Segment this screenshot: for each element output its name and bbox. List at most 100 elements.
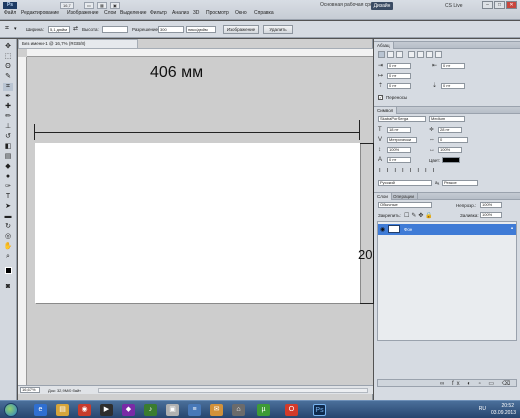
crop-tool-icon[interactable]: ⌗ <box>5 25 9 33</box>
maximize-icon[interactable]: □ <box>494 1 505 9</box>
language-indicator[interactable]: RU <box>479 406 486 412</box>
horizontal-scale-field[interactable]: 100% <box>438 147 462 153</box>
blend-mode-select[interactable]: Обычные <box>378 202 432 208</box>
move-tool-icon[interactable]: ✥ <box>3 43 13 51</box>
arrange-icon[interactable]: ▦ <box>97 2 107 9</box>
cs-live-button[interactable]: CS Live <box>445 3 463 9</box>
zoom-dropdown[interactable]: 16,7 <box>60 2 74 9</box>
swap-icon[interactable]: ⇄ <box>73 25 78 32</box>
menu-filter[interactable]: Фильтр <box>150 10 167 16</box>
font-size-field[interactable]: 18 пт <box>387 127 411 133</box>
marquee-tool-icon[interactable]: ⬚ <box>3 53 13 61</box>
menu-view[interactable]: Просмотр <box>206 10 229 16</box>
menu-edit[interactable]: Редактирование <box>21 10 59 16</box>
menu-select[interactable]: Выделение <box>120 10 147 16</box>
horizontal-scrollbar[interactable] <box>98 388 368 393</box>
tab-paragraph[interactable]: Абзац <box>374 42 394 49</box>
justify-left-button[interactable] <box>408 51 415 58</box>
menu-window[interactable]: Окно <box>235 10 247 16</box>
document-info[interactable]: Док: 32,9M/0 байт <box>48 388 81 393</box>
type-style-buttons[interactable]: TTTTTTTT <box>378 168 439 174</box>
tab-character[interactable]: Символ <box>374 107 398 114</box>
front-image-button[interactable]: Изображение <box>223 25 259 34</box>
indent-right-field[interactable]: 0 пт <box>441 63 465 69</box>
app-icon-6[interactable]: ⌂ <box>232 404 245 416</box>
history-brush-icon[interactable]: ↺ <box>3 133 13 141</box>
resolution-unit-select[interactable]: пикс/дюйм <box>186 26 216 33</box>
healing-brush-icon[interactable]: ✚ <box>3 103 13 111</box>
align-left-button[interactable] <box>378 51 385 58</box>
app-icon-5[interactable]: ✉ <box>210 404 223 416</box>
hyphenation-checkbox[interactable]: ✓ <box>378 95 383 100</box>
width-field[interactable]: 5,1 дюйм <box>48 26 70 33</box>
clone-stamp-icon[interactable]: ⊥ <box>3 123 13 131</box>
clock-date[interactable]: 03.09.2013 <box>491 410 516 416</box>
media-icon[interactable]: ▶ <box>100 404 113 416</box>
space-before-field[interactable]: 0 пт <box>387 83 411 89</box>
foreground-color-swatch[interactable] <box>5 267 12 274</box>
eyedropper-tool-icon[interactable]: ✒ <box>3 93 13 101</box>
justify-all-button[interactable] <box>435 51 442 58</box>
quick-mask-icon[interactable]: ◙ <box>3 283 13 291</box>
menu-analysis[interactable]: Анализ <box>172 10 189 16</box>
utorrent-icon[interactable]: µ <box>257 404 270 416</box>
tab-actions[interactable]: Операции <box>390 193 419 200</box>
layer-row[interactable]: ◉ Фон ▪ <box>378 224 516 235</box>
menu-layers[interactable]: Слои <box>104 10 116 16</box>
clear-button[interactable]: Удалить <box>263 25 293 34</box>
design-workspace-button[interactable]: Дизайн <box>371 2 393 10</box>
vertical-scale-field[interactable]: 100% <box>387 147 411 153</box>
quick-select-tool-icon[interactable]: ✎ <box>3 73 13 81</box>
start-button[interactable] <box>4 403 18 417</box>
fill-field[interactable]: 100% <box>480 212 502 218</box>
kerning-select[interactable]: Метрически <box>387 137 417 143</box>
menu-3d[interactable]: 3D <box>193 10 199 16</box>
ie-icon[interactable]: e <box>34 404 47 416</box>
baseline-shift-field[interactable]: 0 пт <box>387 157 411 163</box>
app-icon-2[interactable]: ♪ <box>144 404 157 416</box>
hand-tool-toggle[interactable]: ▭ <box>84 2 94 9</box>
layer-name[interactable]: Фон <box>404 227 412 232</box>
3d-rotate-icon[interactable]: ↻ <box>3 223 13 231</box>
opacity-field[interactable]: 100% <box>480 202 502 208</box>
chrome-icon[interactable]: ◉ <box>78 404 91 416</box>
justify-center-button[interactable] <box>417 51 424 58</box>
justify-right-button[interactable] <box>426 51 433 58</box>
eraser-tool-icon[interactable]: ◧ <box>3 143 13 151</box>
first-line-indent-field[interactable]: 0 пт <box>387 73 411 79</box>
close-icon[interactable]: ✕ <box>506 1 517 9</box>
opera-icon[interactable]: O <box>285 404 298 416</box>
blur-tool-icon[interactable]: ◆ <box>3 163 13 171</box>
lasso-tool-icon[interactable]: ʘ <box>3 63 13 71</box>
space-after-field[interactable]: 0 пт <box>441 83 465 89</box>
document-tab[interactable]: Без имени-1 @ 16,7% (RGB/8) <box>18 39 138 48</box>
explorer-icon[interactable]: ▤ <box>56 404 69 416</box>
app-icon-1[interactable]: ◆ <box>122 404 135 416</box>
3d-orbit-icon[interactable]: ◎ <box>3 233 13 241</box>
brush-tool-icon[interactable]: ✏ <box>3 113 13 121</box>
photoshop-taskbar-icon[interactable]: Ps <box>313 404 326 416</box>
path-select-icon[interactable]: ➤ <box>3 203 13 211</box>
resolution-field[interactable]: 300 <box>158 26 184 33</box>
menu-help[interactable]: Справка <box>254 10 274 16</box>
app-icon-3[interactable]: ▣ <box>166 404 179 416</box>
zoom-tool-icon[interactable]: ⌕ <box>3 253 13 261</box>
pen-tool-icon[interactable]: ✑ <box>3 183 13 191</box>
canvas-document[interactable] <box>35 143 360 303</box>
app-icon-4[interactable]: ≡ <box>188 404 201 416</box>
clock-time[interactable]: 20:52 <box>501 403 514 409</box>
workspace-label[interactable]: Основная рабочая среда <box>320 2 378 8</box>
visibility-eye-icon[interactable]: ◉ <box>380 226 385 233</box>
lock-icons[interactable]: ☐✎✥🔒 <box>404 212 435 219</box>
zoom-readout[interactable]: 16,67% <box>20 387 40 393</box>
vertical-ruler[interactable] <box>18 57 27 385</box>
minimize-icon[interactable]: – <box>482 1 493 9</box>
screen-mode-icon[interactable]: ▣ <box>110 2 120 9</box>
horizontal-ruler[interactable] <box>27 49 373 57</box>
text-color-swatch[interactable] <box>442 157 460 163</box>
font-style-select[interactable]: Medium <box>429 116 465 122</box>
height-field[interactable] <box>102 26 128 33</box>
align-right-button[interactable] <box>396 51 403 58</box>
align-center-button[interactable] <box>387 51 394 58</box>
gradient-tool-icon[interactable]: ▤ <box>3 153 13 161</box>
